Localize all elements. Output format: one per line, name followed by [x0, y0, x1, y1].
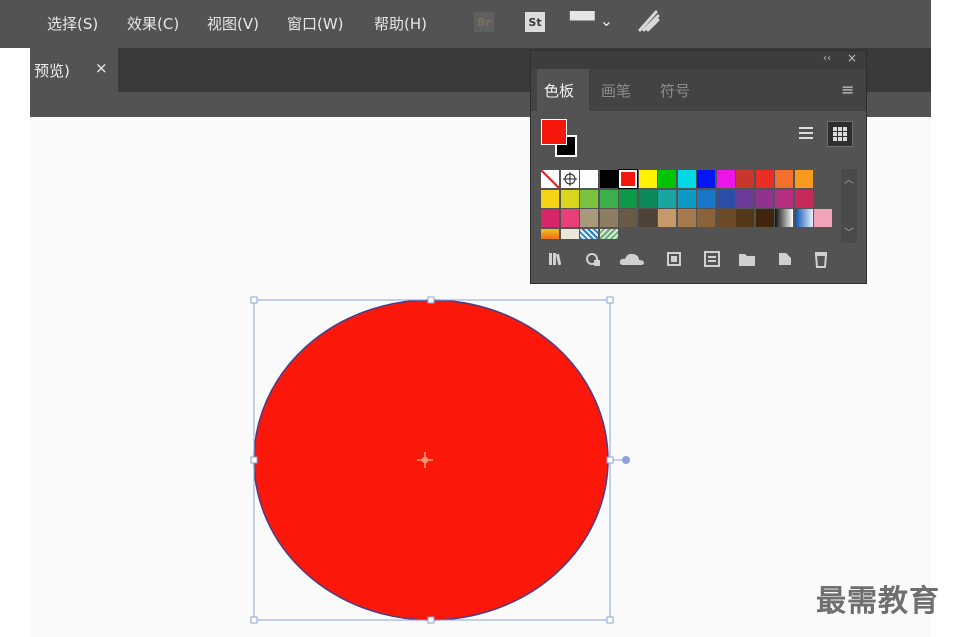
swatch[interactable]: [618, 169, 638, 189]
swatch[interactable]: [697, 170, 715, 188]
open-library-icon[interactable]: [702, 250, 722, 268]
swatch[interactable]: [716, 170, 735, 188]
swatch[interactable]: [716, 209, 735, 227]
swatch[interactable]: [580, 189, 598, 208]
swatch[interactable]: [658, 209, 676, 227]
new-group-icon[interactable]: [737, 250, 757, 268]
tab-swatches[interactable]: 色板: [544, 80, 574, 101]
pie-widget-handle[interactable]: [622, 456, 630, 464]
swatch[interactable]: [599, 189, 618, 208]
swatch[interactable]: [794, 170, 813, 188]
handle-middle-right[interactable]: [606, 456, 614, 464]
swatch[interactable]: [638, 170, 657, 188]
swatch[interactable]: [580, 209, 598, 227]
panel-menu-icon[interactable]: ≡: [841, 80, 854, 99]
handle-top-center[interactable]: [427, 296, 435, 304]
swatch[interactable]: [560, 189, 579, 208]
swatch[interactable]: [755, 170, 774, 188]
swatch[interactable]: [736, 170, 754, 188]
swatch[interactable]: [677, 170, 696, 188]
watermark: 最需教育: [816, 584, 940, 619]
swatch[interactable]: [755, 209, 774, 227]
swatch[interactable]: [775, 189, 793, 208]
swatch[interactable]: [580, 228, 598, 239]
library-icon[interactable]: [547, 250, 567, 268]
swatch[interactable]: [541, 228, 559, 239]
swatch-options-icon[interactable]: [584, 250, 604, 268]
swatch[interactable]: [697, 189, 715, 208]
handle-top-right[interactable]: [606, 296, 614, 304]
swatch[interactable]: [599, 209, 618, 227]
swatch-group-icon[interactable]: [665, 250, 685, 268]
registration-swatch[interactable]: [560, 170, 579, 188]
grid-view-icon[interactable]: [827, 121, 853, 147]
scroll-up-icon[interactable]: ︿: [841, 171, 857, 186]
swatch[interactable]: [560, 209, 579, 227]
panel-title-bar: ‹‹ ×: [531, 51, 866, 69]
fill-swatch[interactable]: [541, 119, 567, 145]
handle-middle-left[interactable]: [250, 456, 258, 464]
swatch-scrollbar[interactable]: ︿ ﹀: [841, 169, 857, 243]
swatch[interactable]: [638, 189, 657, 208]
swatch[interactable]: [814, 209, 832, 227]
swatch[interactable]: [755, 189, 774, 208]
swatch[interactable]: [736, 209, 754, 227]
handle-bottom-center[interactable]: [427, 616, 435, 624]
handle-bottom-right[interactable]: [606, 616, 614, 624]
swatch[interactable]: [677, 209, 696, 227]
swatch[interactable]: [658, 170, 676, 188]
delete-icon[interactable]: [811, 250, 831, 268]
swatch[interactable]: [794, 189, 813, 208]
handle-bottom-left[interactable]: [250, 616, 258, 624]
none-swatch[interactable]: [541, 170, 559, 188]
swatch[interactable]: [775, 170, 793, 188]
swatch[interactable]: [560, 228, 579, 239]
swatch[interactable]: [775, 209, 793, 227]
new-swatch-icon[interactable]: [775, 250, 795, 268]
swatch[interactable]: [736, 189, 754, 208]
swatch[interactable]: [599, 228, 618, 239]
tab-brushes[interactable]: 画笔: [601, 80, 631, 101]
swatch[interactable]: [716, 189, 735, 208]
swatch[interactable]: [677, 189, 696, 208]
panel-footer: [531, 246, 866, 272]
swatch[interactable]: [638, 209, 657, 227]
scroll-down-icon[interactable]: ﹀: [841, 224, 857, 239]
swatch[interactable]: [619, 209, 637, 227]
swatch[interactable]: [658, 189, 676, 208]
collapse-panel-icon[interactable]: ‹‹: [823, 53, 831, 64]
swatch[interactable]: [697, 209, 715, 227]
cloud-icon[interactable]: [617, 250, 647, 268]
tab-symbols[interactable]: 符号: [660, 80, 690, 101]
swatch[interactable]: [541, 209, 559, 227]
swatch[interactable]: [580, 170, 598, 188]
swatch[interactable]: [599, 170, 618, 188]
swatch[interactable]: [794, 209, 813, 227]
panel-tab-bar: 色板 画笔 符号 ≡: [531, 69, 866, 111]
close-panel-icon[interactable]: ×: [847, 51, 857, 65]
handle-top-left[interactable]: [250, 296, 258, 304]
list-view-icon[interactable]: [794, 121, 818, 145]
swatches-panel: ‹‹ × 色板 画笔 符号 ≡ ︿ ﹀: [530, 50, 867, 284]
swatch[interactable]: [619, 189, 637, 208]
swatch[interactable]: [541, 189, 559, 208]
